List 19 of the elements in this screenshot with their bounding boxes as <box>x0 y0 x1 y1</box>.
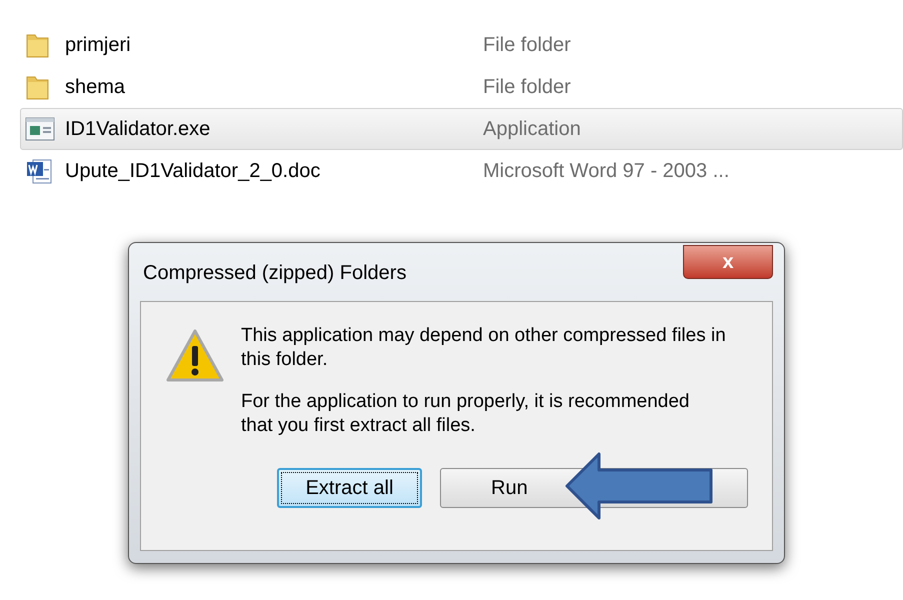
file-type: Microsoft Word 97 - 2003 ... <box>483 159 730 184</box>
file-row[interactable]: shema File folder <box>20 66 903 108</box>
dialog-message: This application may depend on other compressed files in this folder. <box>241 324 726 372</box>
file-row[interactable]: ID1Validator.exe Application <box>20 108 903 150</box>
file-name: shema <box>65 75 126 100</box>
dialog-button[interactable]: Extract all <box>277 468 422 508</box>
file-type: File folder <box>483 33 571 58</box>
file-name: Upute_ID1Validator_2_0.doc <box>65 159 322 184</box>
file-row[interactable]: Upute_ID1Validator_2_0.doc Microsoft Word 97 - 2003 ... <box>20 150 903 192</box>
word-document-icon <box>25 157 53 185</box>
application-window-icon <box>25 117 55 141</box>
file-name: primjeri <box>65 33 132 58</box>
dialog-title: Compressed (zipped) Folders <box>143 261 406 286</box>
file-row[interactable]: primjeri File folder <box>20 24 903 66</box>
file-type: Application <box>483 117 581 142</box>
warning-icon <box>165 328 225 384</box>
file-type: File folder <box>483 75 571 100</box>
file-name: ID1Validator.exe <box>65 117 212 142</box>
dialog-message: For the application to run properly, it is recommended that you first extract all files. <box>241 390 690 438</box>
